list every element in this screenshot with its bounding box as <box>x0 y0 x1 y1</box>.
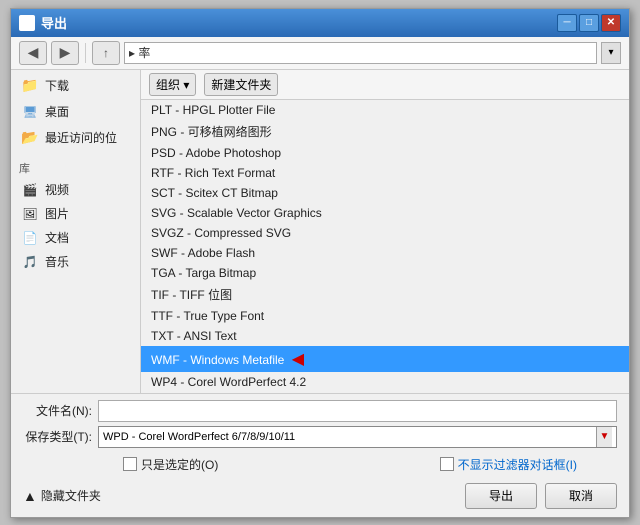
export-button[interactable]: 导出 <box>465 483 537 509</box>
dialog-title: 导出 <box>41 13 557 32</box>
back-button[interactable]: ◀ <box>19 41 47 65</box>
sidebar-item-label: 最近访问的位 <box>45 129 117 146</box>
content-area: 组织 ▾ 新建文件夹 PLT - HPGL Plotter File PNG -… <box>141 70 629 393</box>
sidebar-item-label: 下载 <box>45 77 69 94</box>
checkbox-no-filter[interactable]: 不显示过滤器对话框(I) <box>440 456 577 473</box>
filetype-row: 保存类型(T): WPD - Corel WordPerfect 6/7/8/9… <box>23 426 617 448</box>
filename-row: 文件名(N): <box>23 400 617 422</box>
minimize-button[interactable]: ─ <box>557 14 577 32</box>
sidebar-item-images[interactable]: 🖼 图片 <box>15 202 136 226</box>
list-item[interactable]: TTF - True Type Font <box>141 306 629 326</box>
folder-icon: 📁 <box>21 77 39 95</box>
filename-input[interactable] <box>98 400 617 422</box>
checkbox-label2: 不显示过滤器对话框(I) <box>458 456 577 473</box>
new-folder-button[interactable]: 新建文件夹 <box>204 73 278 96</box>
file-list-container: PLT - HPGL Plotter File PNG - 可移植网络图形 PS… <box>141 100 629 393</box>
library-label: 库 <box>15 158 136 178</box>
toolbar-separator <box>85 43 86 63</box>
org-bar: 组织 ▾ 新建文件夹 <box>141 70 629 100</box>
sidebar-item-download[interactable]: 📁 下载 <box>15 74 136 98</box>
bottom-section: 文件名(N): 保存类型(T): WPD - Corel WordPerfect… <box>11 393 629 517</box>
image-icon: 🖼 <box>21 205 39 223</box>
address-text: ▸ 率 <box>129 44 150 61</box>
filename-label: 文件名(N): <box>23 402 98 419</box>
recent-icon: 📂 <box>21 129 39 147</box>
up-button[interactable]: ↑ <box>92 41 120 65</box>
cancel-button[interactable]: 取消 <box>545 483 617 509</box>
button-row: ▲ 隐藏文件夹 导出 取消 <box>23 477 617 511</box>
checkbox-label: 只是选定的(O) <box>141 456 218 473</box>
file-list[interactable]: PLT - HPGL Plotter File PNG - 可移植网络图形 PS… <box>141 100 629 393</box>
maximize-button[interactable]: □ <box>579 14 599 32</box>
sidebar-item-video[interactable]: 🎬 视频 <box>15 178 136 202</box>
sidebar-item-recent[interactable]: 📂 最近访问的位 <box>15 126 136 150</box>
list-item[interactable]: TIF - TIFF 位图 <box>141 283 629 306</box>
checkbox-box[interactable] <box>123 457 137 471</box>
list-item[interactable]: TXT - ANSI Text <box>141 326 629 346</box>
organize-button[interactable]: 组织 ▾ <box>149 73 196 96</box>
list-item[interactable]: SVG - Scalable Vector Graphics <box>141 203 629 223</box>
sidebar-item-label: 图片 <box>45 205 69 222</box>
dropdown-arrow-icon[interactable]: ▼ <box>596 427 612 447</box>
hide-folder-label: 隐藏文件夹 <box>41 487 101 504</box>
list-item[interactable]: WP4 - Corel WordPerfect 4.2 <box>141 372 629 392</box>
sidebar-item-label: 桌面 <box>45 103 69 120</box>
address-bar[interactable]: ▸ 率 <box>124 42 597 64</box>
sidebar-item-documents[interactable]: 📄 文档 <box>15 226 136 250</box>
sidebar-item-label: 音乐 <box>45 253 69 270</box>
checkbox-selected-only[interactable]: 只是选定的(O) <box>123 456 218 473</box>
checkbox-row: 只是选定的(O) 不显示过滤器对话框(I) <box>23 452 617 477</box>
document-icon: 📄 <box>21 229 39 247</box>
title-bar-buttons: ─ □ ✕ <box>557 14 621 32</box>
checkbox-box2[interactable] <box>440 457 454 471</box>
sidebar-item-desktop[interactable]: 🖥 桌面 <box>15 100 136 124</box>
list-item[interactable]: PSD - Adobe Photoshop <box>141 143 629 163</box>
close-button[interactable]: ✕ <box>601 14 621 32</box>
filetype-label: 保存类型(T): <box>23 428 98 445</box>
filetype-dropdown[interactable]: WPD - Corel WordPerfect 6/7/8/9/10/11 ▼ <box>98 426 617 448</box>
title-bar: 导出 ─ □ ✕ <box>11 9 629 37</box>
list-item[interactable]: SVGZ - Compressed SVG <box>141 223 629 243</box>
video-icon: 🎬 <box>21 181 39 199</box>
list-item[interactable]: SCT - Scitex CT Bitmap <box>141 183 629 203</box>
sidebar-item-label: 视频 <box>45 181 69 198</box>
desktop-icon: 🖥 <box>21 103 39 121</box>
sidebar-item-music[interactable]: 🎵 音乐 <box>15 250 136 274</box>
list-item-selected[interactable]: WMF - Windows Metafile ◀ <box>141 346 629 372</box>
dialog-icon <box>19 15 35 31</box>
sidebar: 📁 下载 🖥 桌面 📂 最近访问的位 库 🎬 视频 🖼 图片 <box>11 70 141 393</box>
sidebar-item-label: 文档 <box>45 229 69 246</box>
list-item[interactable]: PLT - HPGL Plotter File <box>141 100 629 120</box>
filetype-value: WPD - Corel WordPerfect 6/7/8/9/10/11 <box>103 431 295 443</box>
music-icon: 🎵 <box>21 253 39 271</box>
forward-button[interactable]: ▶ <box>51 41 79 65</box>
list-item[interactable]: TGA - Targa Bitmap <box>141 263 629 283</box>
toolbar: ◀ ▶ ↑ ▸ 率 ▾ <box>11 37 629 70</box>
hide-folder-button[interactable]: ▲ 隐藏文件夹 <box>23 487 101 504</box>
list-item[interactable]: SWF - Adobe Flash <box>141 243 629 263</box>
main-area: 📁 下载 🖥 桌面 📂 最近访问的位 库 🎬 视频 🖼 图片 <box>11 70 629 393</box>
library-section: 库 🎬 视频 🖼 图片 📄 文档 🎵 音乐 <box>15 158 136 274</box>
export-dialog: 导出 ─ □ ✕ ◀ ▶ ↑ ▸ 率 ▾ 📁 下载 🖥 桌面 <box>10 8 630 518</box>
address-dropdown-button[interactable]: ▾ <box>601 42 621 64</box>
list-item[interactable]: RTF - Rich Text Format <box>141 163 629 183</box>
list-item[interactable]: PNG - 可移植网络图形 <box>141 120 629 143</box>
